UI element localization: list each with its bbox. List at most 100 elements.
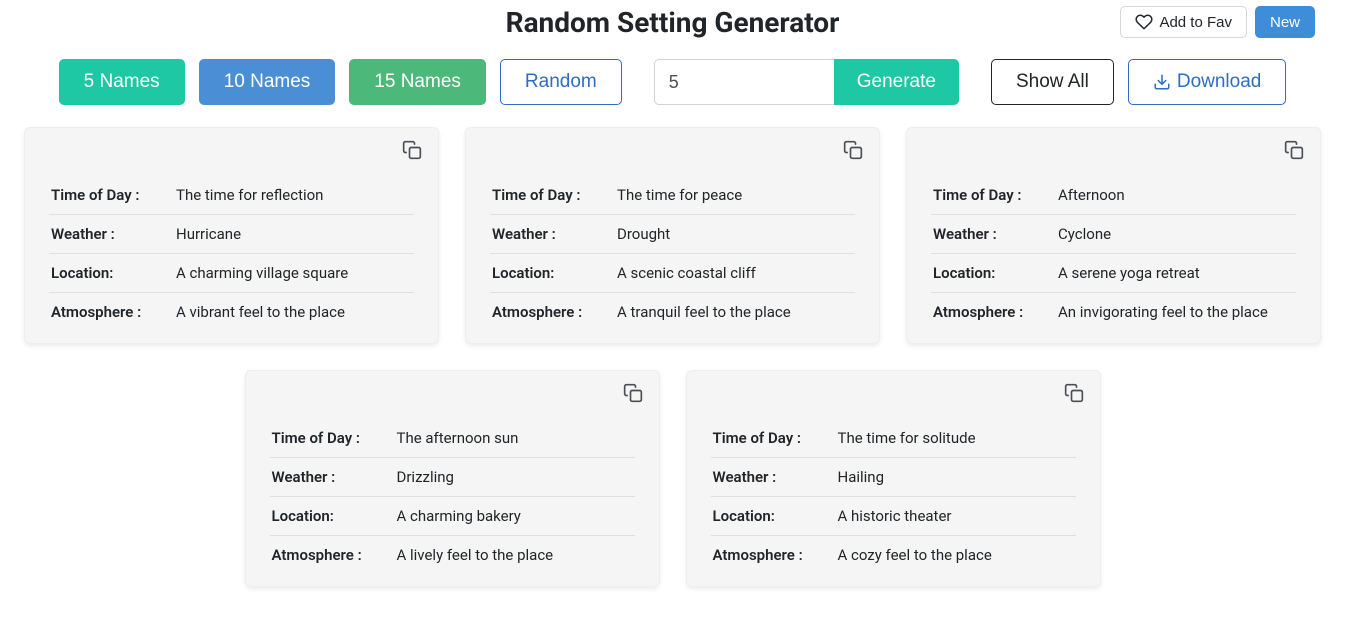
- label-weather: Weather :: [711, 458, 836, 497]
- table-row: Location:A historic theater: [711, 497, 1076, 536]
- value-time: Afternoon: [1056, 176, 1296, 215]
- table-row: Atmosphere :A lively feel to the place: [270, 536, 635, 575]
- label-atmosphere: Atmosphere :: [711, 536, 836, 575]
- value-location: A serene yoga retreat: [1056, 254, 1296, 293]
- label-location: Location:: [49, 254, 174, 293]
- value-time: The afternoon sun: [395, 419, 635, 458]
- table-row: Weather :Hurricane: [49, 215, 414, 254]
- table-row: Weather :Drizzling: [270, 458, 635, 497]
- value-time: The time for reflection: [174, 176, 414, 215]
- table-row: Atmosphere :A vibrant feel to the place: [49, 293, 414, 332]
- table-row: Time of Day :The time for reflection: [49, 176, 414, 215]
- value-location: A charming village square: [174, 254, 414, 293]
- label-atmosphere: Atmosphere :: [490, 293, 615, 332]
- controls: 5 Names 10 Names 15 Names Random Generat…: [0, 49, 1345, 127]
- value-location: A historic theater: [836, 497, 1076, 536]
- download-button[interactable]: Download: [1128, 59, 1287, 105]
- copy-button[interactable]: [1064, 383, 1084, 403]
- label-location: Location:: [270, 497, 395, 536]
- table-row: Location:A serene yoga retreat: [931, 254, 1296, 293]
- label-weather: Weather :: [931, 215, 1056, 254]
- quantity-input[interactable]: [654, 59, 834, 105]
- copy-icon: [843, 140, 863, 160]
- card-table: Time of Day :Afternoon Weather :Cyclone …: [931, 176, 1296, 331]
- value-weather: Drizzling: [395, 458, 635, 497]
- value-location: A charming bakery: [395, 497, 635, 536]
- label-atmosphere: Atmosphere :: [49, 293, 174, 332]
- header-actions: Add to Fav New: [1120, 6, 1315, 38]
- header: Random Setting Generator Add to Fav New: [0, 0, 1345, 49]
- five-names-button[interactable]: 5 Names: [59, 59, 185, 105]
- new-button[interactable]: New: [1255, 6, 1315, 38]
- add-to-fav-button[interactable]: Add to Fav: [1120, 6, 1247, 38]
- table-row: Weather :Hailing: [711, 458, 1076, 497]
- label-location: Location:: [931, 254, 1056, 293]
- label-atmosphere: Atmosphere :: [931, 293, 1056, 332]
- label-weather: Weather :: [490, 215, 615, 254]
- fav-label: Add to Fav: [1159, 14, 1232, 31]
- table-row: Weather :Cyclone: [931, 215, 1296, 254]
- copy-button[interactable]: [402, 140, 422, 160]
- result-card: Time of Day :The time for reflection Wea…: [24, 127, 439, 344]
- heart-icon: [1135, 13, 1153, 31]
- download-label: Download: [1177, 71, 1262, 93]
- label-atmosphere: Atmosphere :: [270, 536, 395, 575]
- download-icon: [1153, 73, 1171, 91]
- copy-button[interactable]: [623, 383, 643, 403]
- card-table: Time of Day :The afternoon sun Weather :…: [270, 419, 635, 574]
- table-row: Time of Day :The time for solitude: [711, 419, 1076, 458]
- fifteen-names-button[interactable]: 15 Names: [349, 59, 486, 105]
- value-time: The time for peace: [615, 176, 855, 215]
- label-time: Time of Day :: [490, 176, 615, 215]
- result-card: Time of Day :Afternoon Weather :Cyclone …: [906, 127, 1321, 344]
- value-atmosphere: A cozy feel to the place: [836, 536, 1076, 575]
- label-time: Time of Day :: [49, 176, 174, 215]
- quantity-group: Generate: [654, 59, 959, 105]
- result-card: Time of Day :The afternoon sun Weather :…: [245, 370, 660, 587]
- value-weather: Drought: [615, 215, 855, 254]
- copy-icon: [402, 140, 422, 160]
- table-row: Location:A charming bakery: [270, 497, 635, 536]
- page-title: Random Setting Generator: [506, 6, 840, 39]
- label-time: Time of Day :: [270, 419, 395, 458]
- table-row: Time of Day :The time for peace: [490, 176, 855, 215]
- label-weather: Weather :: [49, 215, 174, 254]
- copy-icon: [623, 383, 643, 403]
- generate-button[interactable]: Generate: [834, 59, 959, 105]
- table-row: Location:A charming village square: [49, 254, 414, 293]
- table-row: Time of Day :Afternoon: [931, 176, 1296, 215]
- random-button[interactable]: Random: [500, 59, 622, 105]
- result-card: Time of Day :The time for solitude Weath…: [686, 370, 1101, 587]
- value-time: The time for solitude: [836, 419, 1076, 458]
- card-table: Time of Day :The time for peace Weather …: [490, 176, 855, 331]
- label-time: Time of Day :: [711, 419, 836, 458]
- table-row: Atmosphere :A cozy feel to the place: [711, 536, 1076, 575]
- value-atmosphere: An invigorating feel to the place: [1056, 293, 1296, 332]
- show-all-button[interactable]: Show All: [991, 59, 1114, 105]
- results-grid: Time of Day :The time for reflection Wea…: [0, 127, 1345, 587]
- copy-icon: [1064, 383, 1084, 403]
- table-row: Atmosphere :An invigorating feel to the …: [931, 293, 1296, 332]
- card-table: Time of Day :The time for reflection Wea…: [49, 176, 414, 331]
- label-location: Location:: [490, 254, 615, 293]
- value-weather: Hailing: [836, 458, 1076, 497]
- copy-button[interactable]: [1284, 140, 1304, 160]
- value-weather: Cyclone: [1056, 215, 1296, 254]
- value-atmosphere: A tranquil feel to the place: [615, 293, 855, 332]
- result-card: Time of Day :The time for peace Weather …: [465, 127, 880, 344]
- label-weather: Weather :: [270, 458, 395, 497]
- label-time: Time of Day :: [931, 176, 1056, 215]
- value-location: A scenic coastal cliff: [615, 254, 855, 293]
- table-row: Location:A scenic coastal cliff: [490, 254, 855, 293]
- value-weather: Hurricane: [174, 215, 414, 254]
- table-row: Atmosphere :A tranquil feel to the place: [490, 293, 855, 332]
- copy-button[interactable]: [843, 140, 863, 160]
- table-row: Time of Day :The afternoon sun: [270, 419, 635, 458]
- label-location: Location:: [711, 497, 836, 536]
- table-row: Weather :Drought: [490, 215, 855, 254]
- value-atmosphere: A vibrant feel to the place: [174, 293, 414, 332]
- card-table: Time of Day :The time for solitude Weath…: [711, 419, 1076, 574]
- copy-icon: [1284, 140, 1304, 160]
- value-atmosphere: A lively feel to the place: [395, 536, 635, 575]
- ten-names-button[interactable]: 10 Names: [199, 59, 336, 105]
